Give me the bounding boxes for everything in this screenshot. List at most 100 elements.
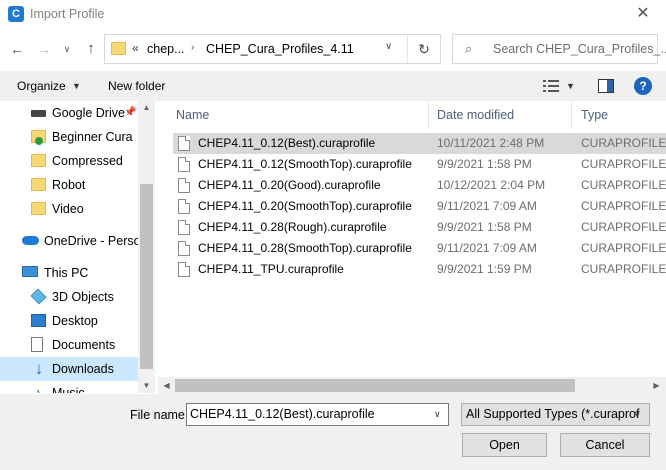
- 3d-objects-icon: [30, 288, 47, 305]
- cancel-button[interactable]: Cancel: [560, 433, 650, 457]
- column-divider[interactable]: [428, 101, 429, 129]
- file-name: CHEP4.11_0.12(Best).curaprofile: [198, 136, 376, 150]
- file-date: 10/12/2021 2:04 PM: [437, 178, 546, 192]
- desktop-icon: [31, 314, 46, 327]
- chevron-down-icon[interactable]: ▼: [72, 71, 81, 101]
- onedrive-icon: [22, 236, 39, 245]
- breadcrumb-overflow[interactable]: «: [132, 41, 139, 55]
- nav-item-onedrive[interactable]: OneDrive - Personal: [0, 229, 140, 253]
- divider: [407, 35, 408, 63]
- cura-app-icon: C: [8, 6, 24, 22]
- column-header-date[interactable]: Date modified: [437, 101, 514, 129]
- file-name: CHEP4.11_TPU.curaprofile: [198, 262, 344, 276]
- file-type: CURAPROFILE F: [581, 241, 666, 255]
- organize-button[interactable]: Organize: [8, 71, 75, 101]
- documents-icon: [31, 337, 43, 352]
- view-options-icon[interactable]: [542, 78, 560, 94]
- file-name-label: File name:: [130, 408, 189, 422]
- scroll-right-icon[interactable]: ▶: [648, 377, 665, 394]
- help-icon[interactable]: ?: [634, 77, 652, 95]
- refresh-icon[interactable]: ↻: [411, 37, 437, 61]
- breadcrumb-separator-icon[interactable]: ›: [191, 42, 194, 53]
- file-list: ▲ Name Date modified Type CHEP4.11_0.12(…: [158, 101, 666, 393]
- dialog-footer: File name: CHEP4.11_0.12(Best).curaprofi…: [0, 394, 666, 470]
- nav-item-label: Google Drive: [52, 106, 125, 120]
- column-header-name[interactable]: Name: [176, 101, 209, 129]
- file-icon: [178, 241, 190, 256]
- file-row[interactable]: CHEP4.11_0.12(SmoothTop).curaprofile 9/9…: [173, 154, 666, 175]
- file-name: CHEP4.11_0.28(SmoothTop).curaprofile: [198, 241, 412, 255]
- nav-item-3d-objects[interactable]: 3D Objects: [0, 285, 140, 309]
- open-button[interactable]: Open: [462, 433, 547, 457]
- nav-item-video[interactable]: Video: [0, 197, 140, 221]
- address-bar[interactable]: « chep... › CHEP_Cura_Profiles_4.11 ∨ ↻: [104, 34, 441, 64]
- new-folder-button[interactable]: New folder: [99, 71, 174, 101]
- file-row[interactable]: CHEP4.11_0.20(Good).curaprofile 10/12/20…: [173, 175, 666, 196]
- file-type: CURAPROFILE F: [581, 262, 666, 276]
- file-icon: [178, 157, 190, 172]
- file-type: CURAPROFILE F: [581, 157, 666, 171]
- search-input[interactable]: ⌕ Search CHEP_Cura_Profiles_...: [452, 34, 666, 64]
- sync-status-icon: [35, 137, 43, 145]
- file-row[interactable]: CHEP4.11_0.20(SmoothTop).curaprofile 9/1…: [173, 196, 666, 217]
- file-name-input[interactable]: CHEP4.11_0.12(Best).curaprofile: [186, 403, 449, 426]
- nav-item-music[interactable]: ♪ Music: [0, 381, 140, 393]
- scroll-left-icon[interactable]: ◀: [158, 377, 175, 394]
- scroll-up-icon[interactable]: ▲: [138, 101, 155, 115]
- nav-item-documents[interactable]: Documents: [0, 333, 140, 357]
- preview-pane-icon[interactable]: [598, 79, 614, 93]
- file-row[interactable]: CHEP4.11_0.12(Best).curaprofile 10/11/20…: [173, 133, 666, 154]
- nav-item-label: Music: [52, 386, 85, 393]
- nav-item-label: Robot: [52, 178, 86, 192]
- horizontal-scrollbar[interactable]: ◀ ▶: [158, 377, 666, 394]
- file-row[interactable]: CHEP4.11_TPU.curaprofile 9/9/2021 1:59 P…: [173, 259, 666, 280]
- breadcrumb-item[interactable]: chep...: [147, 42, 185, 56]
- file-type: CURAPROFILE F: [581, 136, 666, 150]
- nav-item-desktop[interactable]: Desktop: [0, 309, 140, 333]
- file-date: 9/11/2021 7:09 AM: [437, 241, 537, 255]
- forward-arrow-icon[interactable]: →: [33, 38, 55, 60]
- close-button[interactable]: ✕: [620, 0, 666, 30]
- back-arrow-icon[interactable]: ←: [6, 38, 28, 60]
- file-row[interactable]: CHEP4.11_0.28(Rough).curaprofile 9/9/202…: [173, 217, 666, 238]
- file-row[interactable]: CHEP4.11_0.28(SmoothTop).curaprofile 9/1…: [173, 238, 666, 259]
- nav-item-this-pc[interactable]: This PC: [0, 261, 140, 285]
- chevron-down-icon[interactable]: ∨: [434, 409, 441, 420]
- nav-item-robot[interactable]: Robot: [0, 173, 140, 197]
- nav-item-beginner-cura[interactable]: Beginner Cura: [0, 125, 140, 149]
- computer-icon: [22, 266, 38, 277]
- up-arrow-icon[interactable]: ↑: [80, 38, 102, 60]
- recent-locations-chevron-icon[interactable]: ∨: [60, 38, 74, 60]
- file-type-select[interactable]: All Supported Types (*.curaprof: [461, 403, 650, 426]
- scroll-down-icon[interactable]: ▼: [138, 379, 155, 393]
- column-header-type[interactable]: Type: [581, 101, 608, 129]
- nav-scrollbar[interactable]: ▲ ▼: [138, 101, 155, 393]
- file-name: CHEP4.11_0.20(Good).curaprofile: [198, 178, 381, 192]
- column-divider[interactable]: [571, 101, 572, 129]
- nav-item-label: This PC: [44, 266, 89, 280]
- nav-item-label: 3D Objects: [52, 290, 114, 304]
- breadcrumb-item-current[interactable]: CHEP_Cura_Profiles_4.11: [206, 42, 354, 56]
- nav-item-downloads[interactable]: ↓ Downloads: [0, 357, 140, 381]
- nav-item-compressed[interactable]: Compressed: [0, 149, 140, 173]
- nav-item-google-drive[interactable]: Google Drive 📌: [0, 101, 140, 125]
- music-icon: ♪: [34, 384, 41, 393]
- file-icon: [178, 136, 190, 151]
- file-type: CURAPROFILE F: [581, 178, 666, 192]
- folder-icon: [31, 202, 46, 215]
- scrollbar-thumb[interactable]: [175, 379, 575, 392]
- nav-item-label: Documents: [52, 338, 116, 352]
- nav-item-label: OneDrive - Personal: [44, 234, 140, 248]
- folder-icon: [31, 178, 46, 191]
- pin-icon: 📌: [124, 107, 137, 118]
- command-bar: Organize ▼ New folder ▼ ?: [0, 71, 666, 101]
- file-icon: [178, 199, 190, 214]
- chevron-down-icon[interactable]: ▼: [566, 71, 575, 101]
- file-icon: [178, 220, 190, 235]
- folder-icon: [111, 42, 126, 55]
- scrollbar-thumb[interactable]: [140, 184, 153, 369]
- file-type: CURAPROFILE F: [581, 220, 666, 234]
- chevron-down-icon[interactable]: ∨: [634, 409, 641, 420]
- window-title: Import Profile: [30, 7, 105, 21]
- address-dropdown-icon[interactable]: ∨: [385, 41, 392, 52]
